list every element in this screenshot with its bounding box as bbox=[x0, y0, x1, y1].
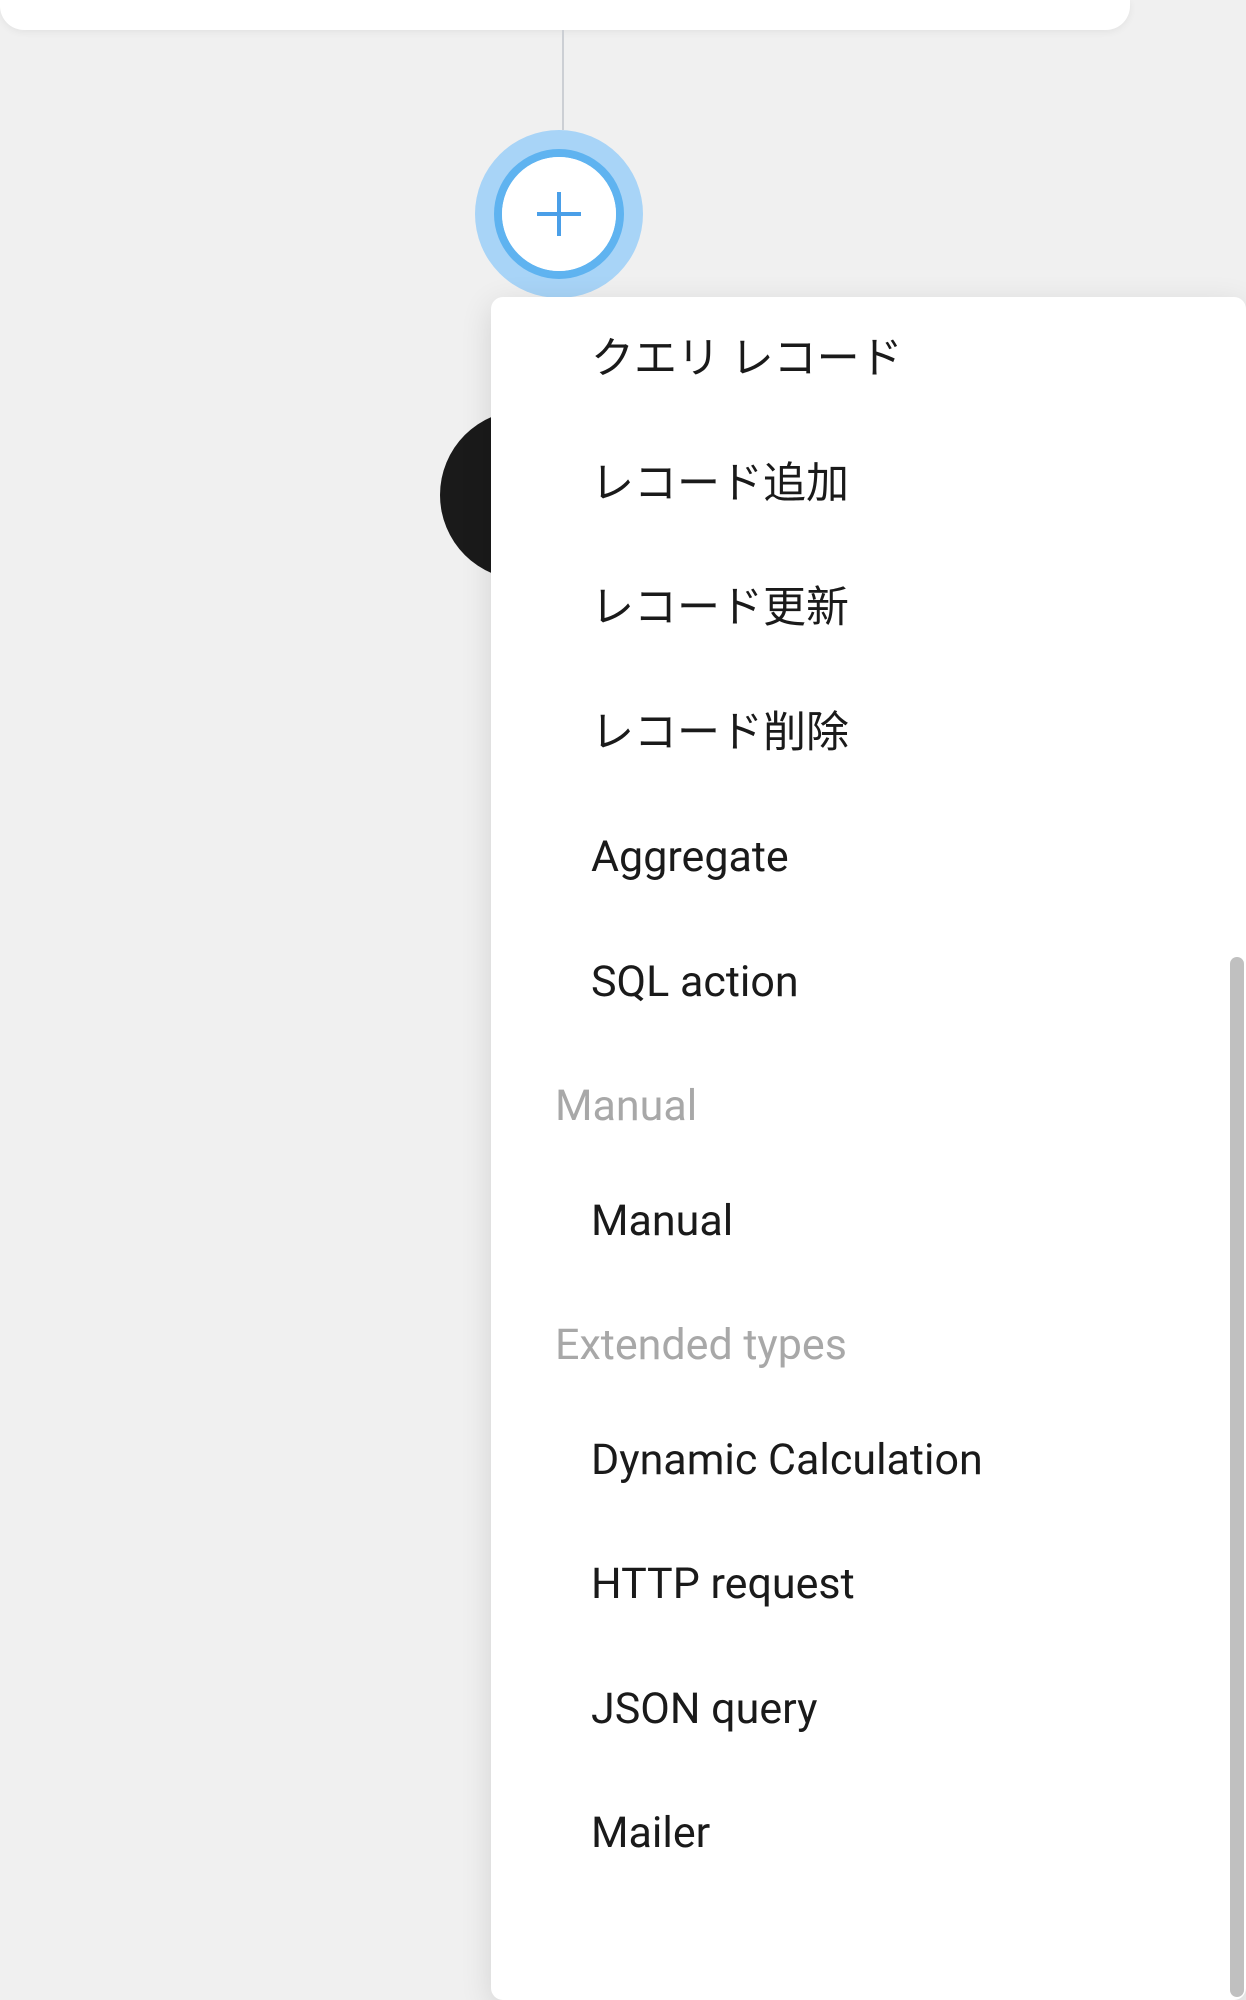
menu-item-http-request[interactable]: HTTP request bbox=[491, 1522, 1246, 1647]
menu-item-query-record[interactable]: クエリ レコード bbox=[491, 297, 1246, 422]
menu-item-add-record[interactable]: レコード追加 bbox=[491, 422, 1246, 547]
action-type-dropdown: クエリ レコード レコード追加 レコード更新 レコード削除 Aggregate … bbox=[491, 297, 1246, 2000]
menu-item-dynamic-calculation[interactable]: Dynamic Calculation bbox=[491, 1398, 1246, 1523]
workflow-node-card bbox=[0, 0, 1130, 30]
connector-line bbox=[562, 30, 564, 130]
menu-item-json-query[interactable]: JSON query bbox=[491, 1647, 1246, 1772]
menu-item-sql-action[interactable]: SQL action bbox=[491, 920, 1246, 1045]
add-button-ring bbox=[494, 149, 624, 279]
plus-icon bbox=[531, 186, 587, 242]
add-button-inner bbox=[502, 157, 616, 271]
add-action-button[interactable] bbox=[475, 130, 643, 298]
section-header-extended-types: Extended types bbox=[491, 1283, 1246, 1398]
menu-item-update-record[interactable]: レコード更新 bbox=[491, 546, 1246, 671]
scrollbar-thumb[interactable] bbox=[1230, 957, 1244, 1997]
menu-item-manual[interactable]: Manual bbox=[491, 1159, 1246, 1284]
menu-item-delete-record[interactable]: レコード削除 bbox=[491, 671, 1246, 796]
menu-item-aggregate[interactable]: Aggregate bbox=[491, 795, 1246, 920]
menu-item-mailer[interactable]: Mailer bbox=[491, 1771, 1246, 1896]
section-header-manual: Manual bbox=[491, 1044, 1246, 1159]
dropdown-content: クエリ レコード レコード追加 レコード更新 レコード削除 Aggregate … bbox=[491, 297, 1246, 2000]
